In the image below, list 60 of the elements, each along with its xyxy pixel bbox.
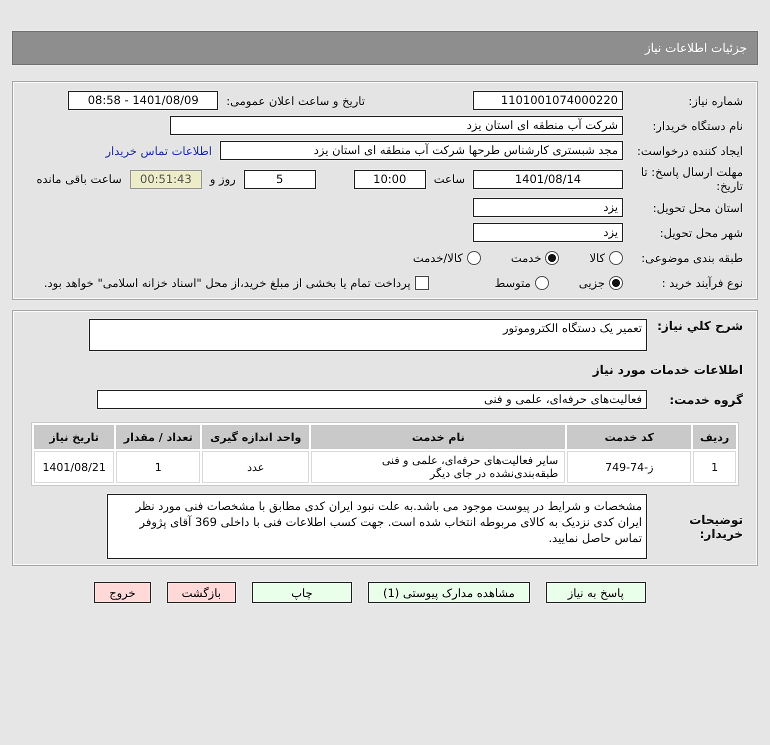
field-label: نام دستگاه خریدار: xyxy=(651,118,743,132)
contact-link[interactable]: اطلاعات تماس خریدار xyxy=(105,144,212,158)
field-label: شماره نیاز: xyxy=(687,94,743,108)
field-label: مهلت ارسال پاسخ: تا تاریخ: xyxy=(640,165,743,193)
field-label: طبقه بندی موضوعی: xyxy=(640,250,743,264)
field-label: توضیحات خریدار: xyxy=(688,512,743,540)
action-button[interactable]: چاپ xyxy=(252,582,352,603)
radio-label: جزیی xyxy=(578,276,605,290)
action-button[interactable]: خروج xyxy=(94,582,151,603)
table-cell: 1 xyxy=(693,451,736,483)
field-label: ساعت xyxy=(434,172,465,186)
radio-label: کالا/خدمت xyxy=(412,250,463,264)
field-label: ایجاد کننده درخواست: xyxy=(636,144,743,158)
table-cell: سایر فعالیت‌های حرفه‌ای، علمی و فنی طبقه‌بندی‌نشده در جای دیگر xyxy=(311,451,566,483)
text-field[interactable]: فعالیت‌های حرفه‌ای، علمی و فنی xyxy=(97,390,647,409)
time-field[interactable]: 10:00 xyxy=(354,170,426,188)
field-label: استان محل تحویل: xyxy=(652,200,743,214)
column-header: تاریخ نیاز xyxy=(34,425,114,449)
column-header: نام خدمت xyxy=(311,425,566,449)
countdown-field: 00:51:43 xyxy=(130,170,202,188)
text-field[interactable]: مجد شبستری کارشناس طرحها شرکت آب منطقه ای استان یزد xyxy=(220,141,623,160)
field-label: تاریخ و ساعت اعلان عمومی: xyxy=(226,94,365,108)
table-cell: ز-74-749 xyxy=(567,451,692,483)
notes-field[interactable]: مشخصات و شرایط در پیوست موجود می باشد.به علت نبود ایران کدی مطابق با مشخصات فنی مورد نظر ایران کدی نزدیک به کالای مربوطه انتخاب شده است. جهت کسب اطلاعات فنی با داخلی 369 آقای پژوفر تماس حاصل نمایید. xyxy=(107,494,647,559)
column-header: کد خدمت xyxy=(567,425,692,449)
text-field[interactable]: 1401/08/09 - 08:58 xyxy=(68,91,218,110)
table-cell: عدد xyxy=(202,451,310,483)
radio-button[interactable] xyxy=(466,250,481,264)
radio-button[interactable] xyxy=(609,250,623,264)
text-field[interactable]: شرکت آب منطقه ای استان یزد xyxy=(170,116,623,135)
checkbox[interactable] xyxy=(414,276,429,290)
radio-button[interactable] xyxy=(534,276,549,290)
days-field[interactable]: 5 xyxy=(244,170,316,188)
page-title: جزئیات اطلاعات نیاز xyxy=(644,41,747,55)
description-field[interactable]: تعمیر یک دستگاه الکتروموتور xyxy=(89,319,647,351)
text-field[interactable]: 1101001074000220 xyxy=(473,91,623,110)
field-label: شرح کلي نياز: xyxy=(656,319,743,333)
action-button[interactable]: پاسخ به نیاز xyxy=(546,582,646,603)
column-header: واحد اندازه گیری xyxy=(202,425,310,449)
radio-label: کالا xyxy=(589,250,605,264)
column-header: ردیف xyxy=(693,425,736,449)
field-label: گروه خدمت: xyxy=(668,392,743,406)
action-button[interactable]: مشاهده مدارک پیوستی (1) xyxy=(368,582,530,603)
text-field[interactable]: یزد xyxy=(473,198,623,217)
field-label: روز و xyxy=(210,172,236,186)
column-header: تعداد / مقدار xyxy=(116,425,200,449)
field-label: نوع فرآیند خرید : xyxy=(660,276,743,290)
action-button[interactable]: بازگشت xyxy=(166,582,236,603)
table-cell: 1401/08/21 xyxy=(34,451,114,483)
field-label: شهر محل تحویل: xyxy=(658,226,743,240)
table-cell: 1 xyxy=(116,451,200,483)
radio-button[interactable] xyxy=(609,276,623,290)
field-label: ساعت باقی مانده xyxy=(36,172,122,186)
section-title: اطلاعات خدمات مورد نیاز xyxy=(592,362,743,379)
radio-button[interactable] xyxy=(545,250,560,264)
radio-label: متوسط xyxy=(494,276,531,290)
radio-label: خدمت xyxy=(510,250,542,264)
checkbox-label: پرداخت تمام یا بخشی از مبلغ خرید،از محل "اسناد خزانه اسلامی" خواهد بود. xyxy=(44,276,411,290)
date-field[interactable]: 1401/08/14 xyxy=(473,170,623,188)
text-field[interactable]: یزد xyxy=(473,223,623,242)
